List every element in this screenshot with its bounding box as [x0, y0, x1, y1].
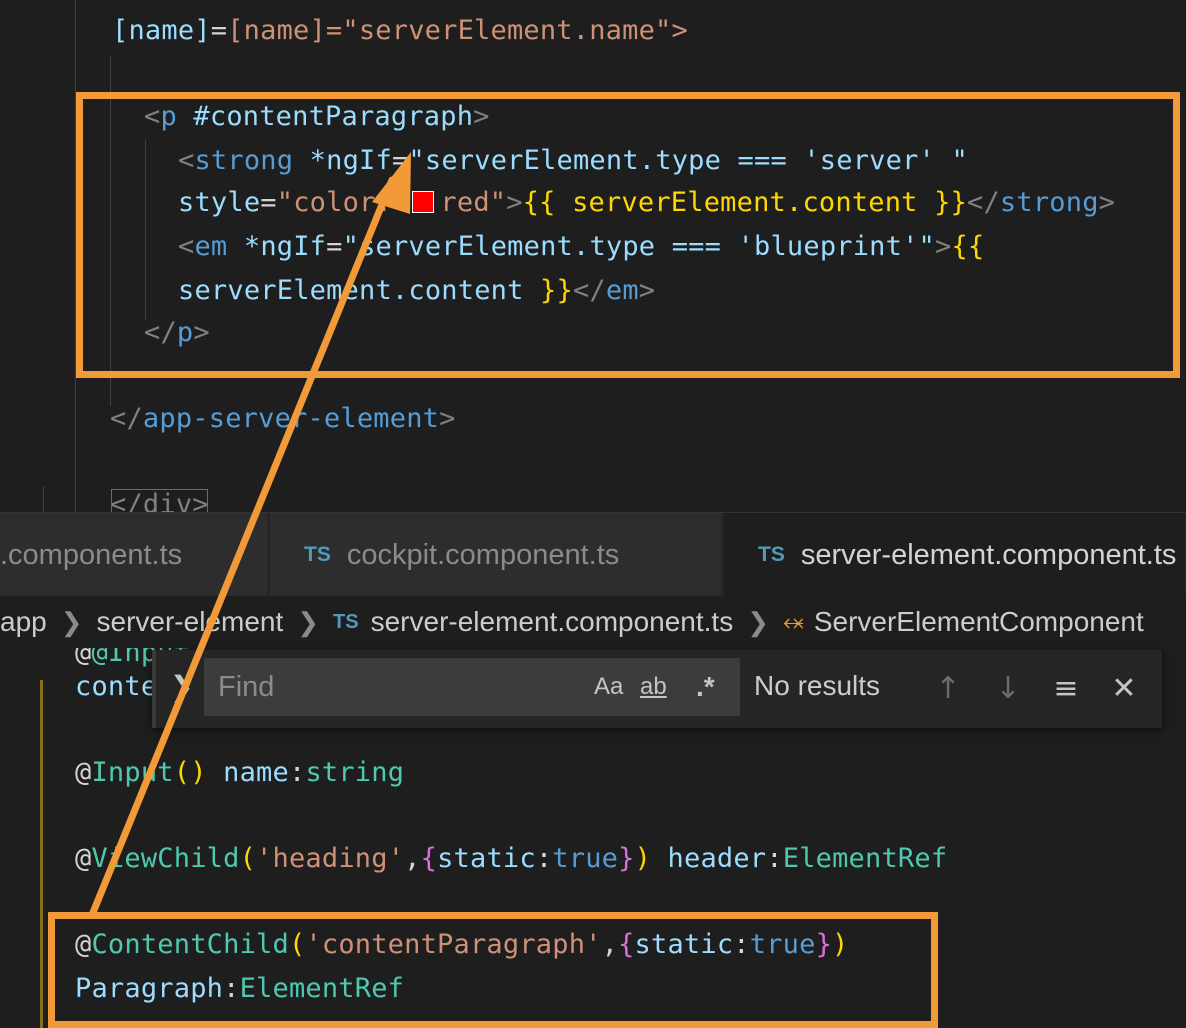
regex-toggle[interactable]: .* [696, 658, 715, 716]
chevron-right-icon: ❯ [297, 606, 320, 637]
editor-tab-bar: .component.ts TS cockpit.component.ts TS… [0, 512, 1186, 597]
viewchild-decorator: ViewChild [91, 843, 240, 874]
find-in-selection-icon[interactable]: ≡ [1046, 666, 1086, 710]
div-close-tag: </div> [110, 489, 209, 512]
code-line-input-name: @Input() name:string [75, 757, 405, 788]
close-icon[interactable]: ✕ [1104, 666, 1144, 710]
code-line-name-binding: [name]=[name]="serverElement.name"> [112, 15, 688, 46]
match-case-toggle[interactable]: Aa [594, 658, 623, 716]
previous-match-arrow-up-icon[interactable]: ↑ [928, 666, 968, 710]
breadcrumb-item-app[interactable]: app [0, 606, 47, 638]
typescript-icon: TS [304, 543, 331, 566]
chevron-right-icon: ❯ [747, 606, 770, 637]
code-line-app-close: </app-server-element> [110, 403, 456, 434]
gutter-change-marker [40, 680, 43, 1028]
tab-component[interactable]: .component.ts [0, 513, 268, 597]
whole-word-toggle[interactable]: ab [640, 658, 667, 716]
input-parens: () [173, 757, 207, 788]
elementref-type: ElementRef [782, 843, 948, 874]
tab-cockpit-component[interactable]: TS cockpit.component.ts [270, 513, 722, 597]
find-widget: ❯ Aa ab .* No results ↑ ↓ ≡ ✕ [152, 650, 1162, 728]
code-line-content-partial: conte [75, 670, 157, 704]
breadcrumb-item-folder[interactable]: server-element [97, 606, 284, 638]
class-symbol-icon: ⬾ [783, 606, 804, 636]
tab-label: cockpit.component.ts [346, 538, 620, 571]
content-partial: conte [75, 671, 158, 702]
typescript-icon: TS [758, 543, 785, 566]
find-results-count: No results [754, 670, 881, 701]
chevron-right-icon: ❯ [60, 606, 83, 637]
tab-server-element-component[interactable]: TS server-element.component.ts [724, 513, 1186, 597]
code-line-viewchild: @ViewChild('heading',{static:true}) head… [75, 843, 948, 874]
code-line-div-close: </div> [110, 488, 209, 512]
annotation-box-template [76, 92, 1180, 378]
input-decorator: Input [91, 757, 174, 788]
breadcrumb-item-file[interactable]: server-element.component.ts [371, 606, 734, 638]
name-type: string [305, 757, 405, 788]
tab-label: server-element.component.ts [800, 538, 1177, 571]
name-binding-text: [name]="serverElement.name"> [227, 15, 688, 46]
breadcrumb-item-class[interactable]: ServerElementComponent [814, 606, 1144, 638]
static-key: static [437, 843, 536, 874]
static-val: true [552, 843, 619, 874]
annotation-box-contentchild [48, 912, 938, 1028]
toggle-replace-chevron-icon[interactable]: ❯ [170, 670, 193, 703]
viewchild-arg: 'heading' [256, 843, 405, 874]
header-prop: header [667, 843, 767, 874]
app-close-tag: app-server-element [142, 403, 440, 434]
next-match-arrow-down-icon[interactable]: ↓ [988, 666, 1028, 710]
tab-label: .component.ts [0, 538, 183, 571]
name-prop: name [223, 757, 289, 788]
typescript-icon: TS [333, 610, 359, 633]
indent-guide [43, 486, 44, 512]
breadcrumb: app ❯ server-element ❯ TS server-element… [0, 596, 1186, 648]
